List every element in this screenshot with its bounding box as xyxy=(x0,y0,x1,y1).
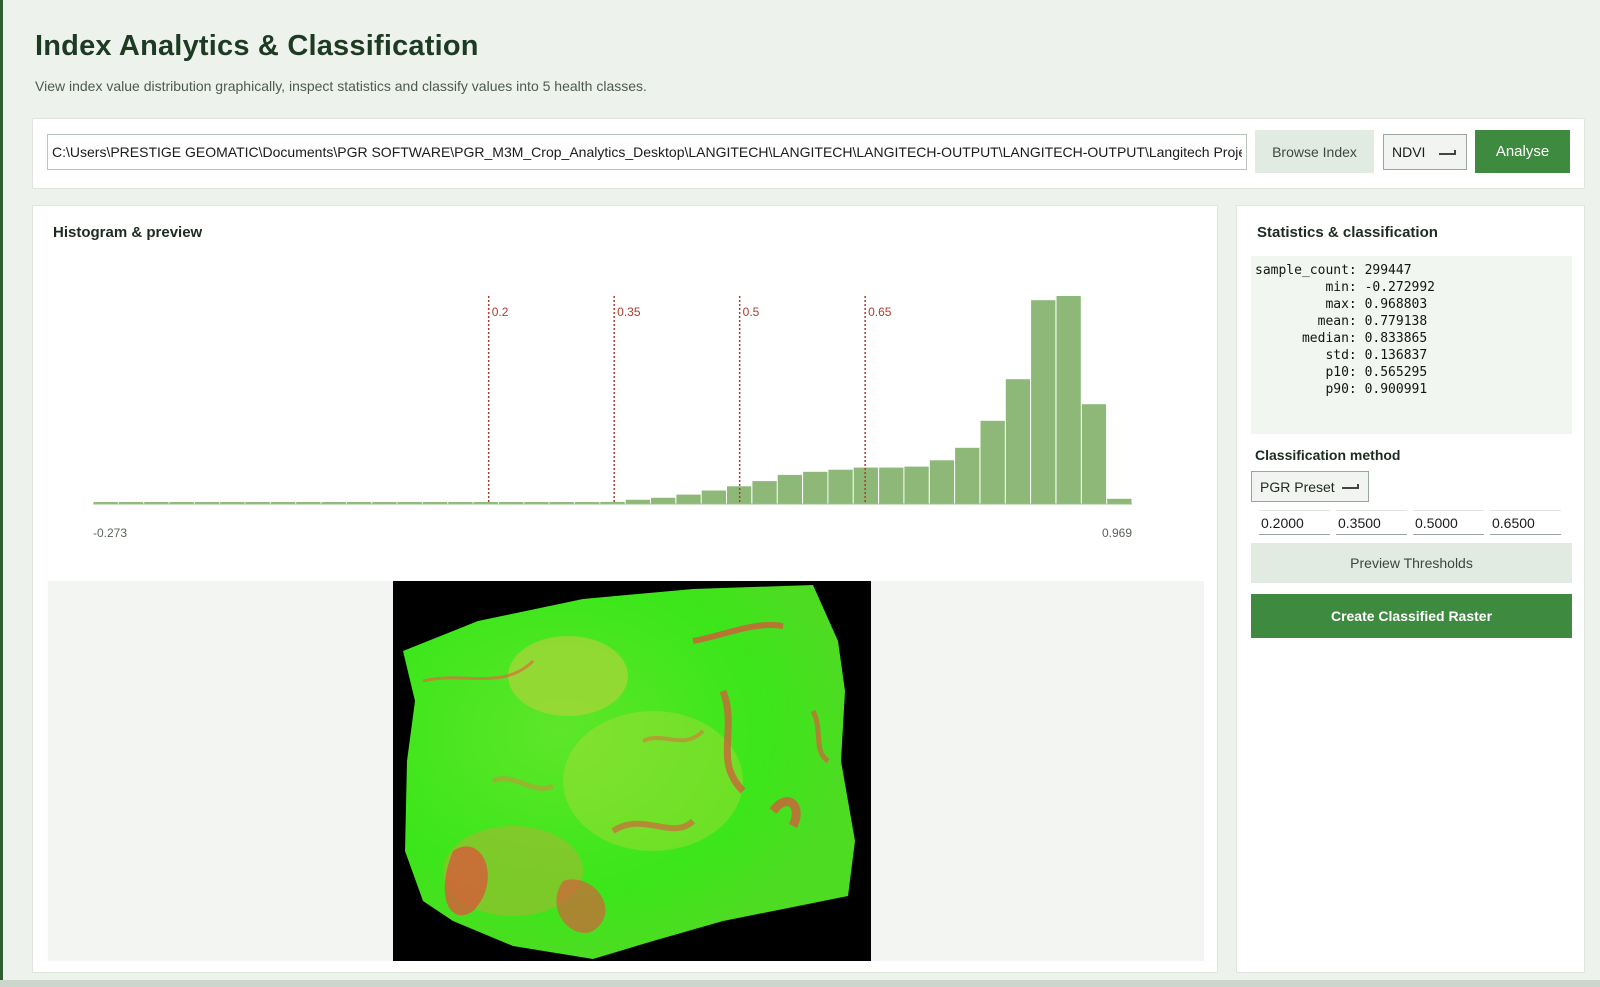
histogram-bar xyxy=(803,471,828,504)
index-type-value: NDVI xyxy=(1392,144,1426,160)
histogram-bar xyxy=(828,469,853,504)
classification-method-label: Classification method xyxy=(1255,447,1401,463)
histogram-bar xyxy=(1005,379,1031,504)
histogram-bar xyxy=(651,497,676,504)
x-tick-label-min: -0.273 xyxy=(93,526,127,540)
window-bottom-border xyxy=(0,980,1600,987)
histogram-bar xyxy=(879,467,904,504)
dropdown-arrow-icon xyxy=(1439,150,1456,155)
threshold-label: 0.2 xyxy=(492,305,509,319)
threshold-label: 0.65 xyxy=(868,305,892,319)
threshold-input-4[interactable] xyxy=(1490,510,1561,535)
histogram-bar xyxy=(904,466,929,504)
classification-method-value: PGR Preset xyxy=(1260,478,1335,495)
preview-thresholds-button[interactable]: Preview Thresholds xyxy=(1251,543,1572,583)
histogram-panel: Histogram & preview 0.2 0.35 0.5 0.65 -0.27… xyxy=(32,205,1218,973)
statistics-panel: Statistics & classification sample_count… xyxy=(1236,205,1585,973)
dropdown-arrow-icon xyxy=(1342,484,1359,489)
stat-p90: p90: 0.900991 xyxy=(1255,382,1428,397)
histogram-bar xyxy=(701,490,726,504)
threshold-label: 0.5 xyxy=(743,305,760,319)
histogram-bar xyxy=(676,494,701,504)
histogram-bar xyxy=(777,474,802,504)
threshold-input-2[interactable] xyxy=(1336,510,1407,535)
statistics-panel-title: Statistics & classification xyxy=(1257,224,1438,241)
x-tick-label-max: 0.969 xyxy=(1102,526,1132,540)
classification-method-select[interactable]: PGR Preset xyxy=(1251,471,1369,502)
stat-p10: p10: 0.565295 xyxy=(1255,365,1428,380)
raster-preview-area xyxy=(48,581,1204,961)
index-type-select[interactable]: NDVI xyxy=(1383,134,1467,170)
stat-min: min: -0.272992 xyxy=(1255,280,1436,295)
stat-max: max: 0.968803 xyxy=(1255,297,1428,312)
stat-std: std: 0.136837 xyxy=(1255,348,1428,363)
index-path-input[interactable] xyxy=(47,134,1247,170)
histogram-bar xyxy=(752,481,777,504)
histogram-bar xyxy=(1081,404,1107,504)
stat-median: median: 0.833865 xyxy=(1255,331,1428,346)
page-subtitle: View index value distribution graphicall… xyxy=(35,78,647,94)
analyse-button[interactable]: Analyse xyxy=(1475,130,1570,173)
window-left-border xyxy=(0,0,3,987)
page-title: Index Analytics & Classification xyxy=(35,30,479,62)
browse-index-button[interactable]: Browse Index xyxy=(1255,130,1374,173)
histogram-chart: 0.2 0.35 0.5 0.65 -0.273 0.969 xyxy=(93,296,1132,540)
histogram-bar xyxy=(929,460,955,504)
histogram-bar xyxy=(625,499,650,504)
threshold-label: 0.35 xyxy=(617,305,641,319)
stat-sample-count: sample_count: 299447 xyxy=(1255,263,1412,278)
ndvi-raster-preview-image xyxy=(393,581,871,961)
index-toolbar: Browse Index NDVI Analyse xyxy=(32,118,1585,189)
histogram-bar xyxy=(1031,300,1056,504)
threshold-inputs xyxy=(1259,510,1565,536)
histogram-bar xyxy=(1056,296,1081,504)
histogram-bar xyxy=(980,420,1005,504)
statistics-readout: sample_count: 299447 min: -0.272992 max:… xyxy=(1251,256,1572,434)
histogram-bar xyxy=(955,447,980,504)
threshold-input-1[interactable] xyxy=(1259,510,1330,535)
threshold-input-3[interactable] xyxy=(1413,510,1484,535)
histogram-bar xyxy=(1107,498,1132,504)
stat-mean: mean: 0.779138 xyxy=(1255,314,1428,329)
create-classified-raster-button[interactable]: Create Classified Raster xyxy=(1251,594,1572,638)
